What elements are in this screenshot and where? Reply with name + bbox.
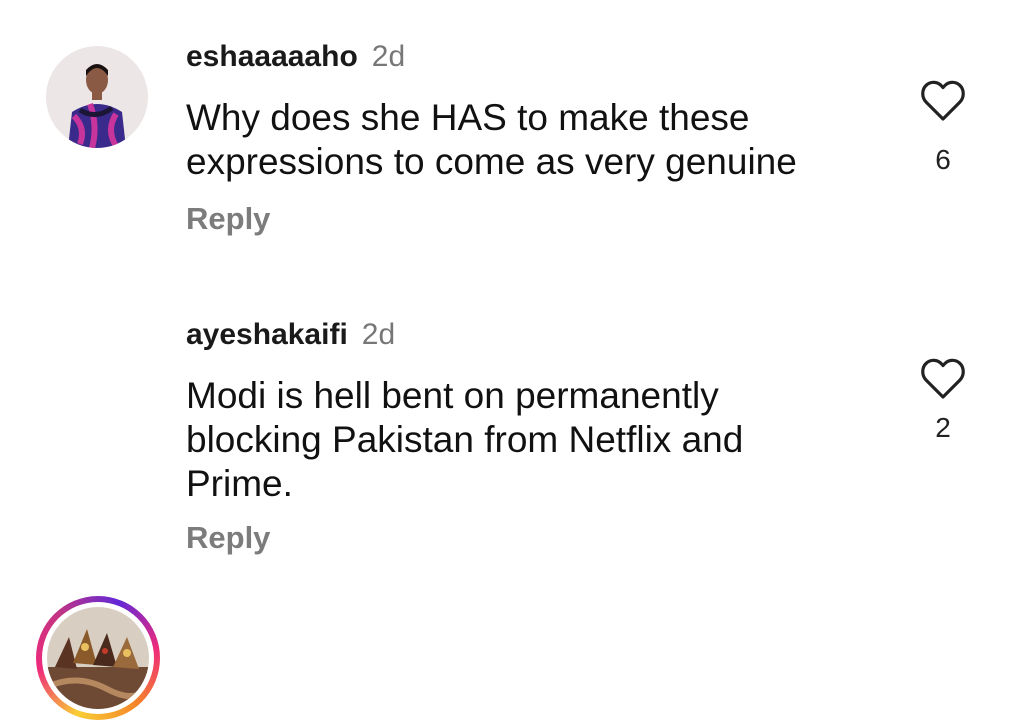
reply-button[interactable]: Reply bbox=[186, 520, 270, 556]
timestamp: 2d bbox=[361, 318, 396, 351]
comment-text: Modi is hell bent on permanently blockin… bbox=[186, 374, 886, 506]
username[interactable]: eshaaaaaho bbox=[186, 40, 358, 73]
comment-text-line: Modi is hell bent on permanently bbox=[186, 375, 719, 416]
comment-text-line: Why does she HAS to make these bbox=[186, 97, 750, 138]
username[interactable]: ayeshakaifi bbox=[186, 318, 348, 351]
like-button[interactable]: 6 bbox=[915, 80, 971, 176]
comment-meta: eshaaaaaho 2d bbox=[186, 40, 405, 74]
profile-photo-avatar bbox=[47, 607, 149, 709]
like-count: 6 bbox=[935, 144, 951, 175]
like-button[interactable]: 2 bbox=[915, 358, 971, 444]
comment-meta: ayeshakaifi 2d bbox=[186, 318, 395, 352]
profile-photo-avatar bbox=[46, 46, 148, 148]
heart-outline-icon[interactable] bbox=[920, 80, 966, 122]
comment-text: Why does she HAS to make these expressio… bbox=[186, 96, 886, 184]
reply-button[interactable]: Reply bbox=[186, 201, 270, 237]
heart-outline-icon[interactable] bbox=[920, 358, 966, 400]
comment-item: eshaaaaaho 2d Why does she HAS to make th… bbox=[0, 0, 1024, 270]
comment-text-line: blocking Pakistan from Netflix and bbox=[186, 419, 744, 460]
story-ring-avatar[interactable] bbox=[36, 596, 160, 720]
comment-text-line: expressions to come as very genuine bbox=[186, 141, 797, 182]
like-count: 2 bbox=[935, 412, 951, 443]
comment-text-line: Prime. bbox=[186, 463, 293, 504]
comment-item: ayeshakaifi 2d Modi is hell bent on perma… bbox=[0, 290, 1024, 720]
avatar[interactable] bbox=[46, 46, 148, 148]
timestamp: 2d bbox=[371, 40, 406, 73]
